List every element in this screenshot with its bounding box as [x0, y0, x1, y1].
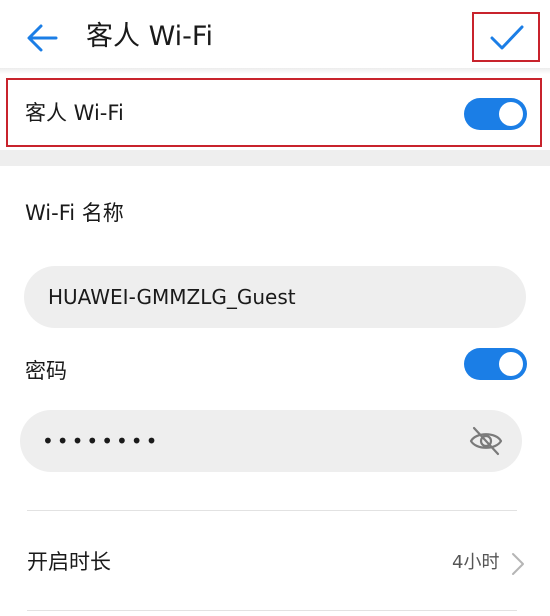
password-toggle[interactable]	[464, 348, 527, 380]
ssid-label: Wi-Fi 名称	[25, 201, 124, 225]
divider	[27, 510, 517, 511]
duration-row[interactable]: 开启时长 4小时	[0, 516, 550, 608]
section-separator	[0, 150, 550, 166]
guest-wifi-toggle[interactable]	[464, 98, 527, 130]
arrow-left-icon	[27, 24, 58, 52]
header-bar: 客人 Wi-Fi	[0, 0, 550, 70]
password-label: 密码	[25, 359, 67, 383]
back-button[interactable]	[22, 18, 62, 58]
confirm-button[interactable]	[472, 12, 540, 62]
checkmark-icon	[490, 25, 524, 50]
duration-label: 开启时长	[27, 550, 111, 574]
password-input[interactable]: ••••••••	[20, 410, 522, 472]
toggle-knob	[499, 102, 523, 126]
eye-off-icon	[469, 426, 503, 456]
password-visibility-button[interactable]	[468, 424, 504, 458]
header-divider	[0, 68, 550, 74]
guest-wifi-row: 客人 Wi-Fi	[6, 78, 542, 147]
ssid-input[interactable]: HUAWEI-GMMZLG_Guest	[24, 266, 526, 328]
duration-value: 4小时	[452, 552, 500, 573]
chevron-right-icon	[512, 553, 524, 575]
guest-wifi-screen: 客人 Wi-Fi 客人 Wi-Fi Wi-Fi 名称 HUAWEI-GMMZLG…	[0, 0, 550, 616]
page-title: 客人 Wi-Fi	[86, 21, 213, 52]
ssid-value: HUAWEI-GMMZLG_Guest	[48, 285, 296, 309]
password-value: ••••••••	[42, 429, 161, 453]
guest-wifi-label: 客人 Wi-Fi	[25, 101, 124, 125]
toggle-knob	[499, 352, 523, 376]
divider	[27, 610, 517, 611]
